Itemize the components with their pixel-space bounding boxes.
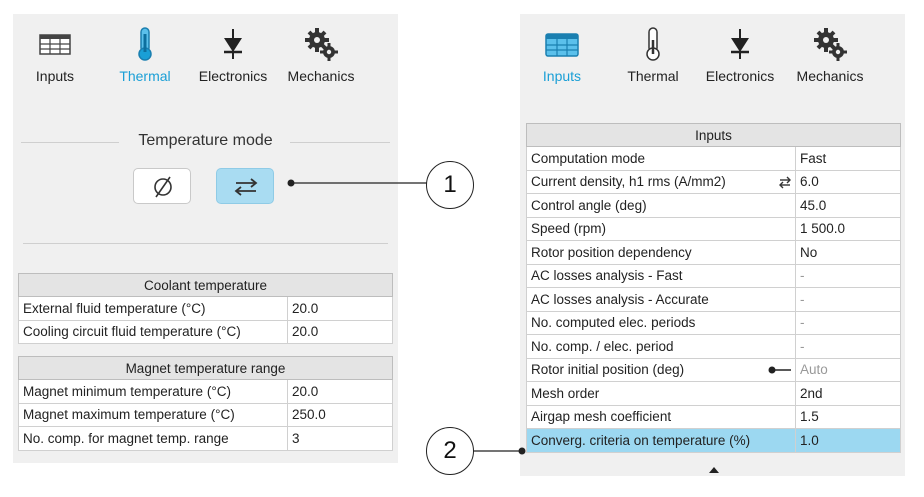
callout-2: 2	[426, 427, 474, 475]
callout-leaders	[287, 179, 526, 455]
callout-2-dot	[518, 447, 526, 455]
callout-1: 1	[426, 161, 474, 209]
